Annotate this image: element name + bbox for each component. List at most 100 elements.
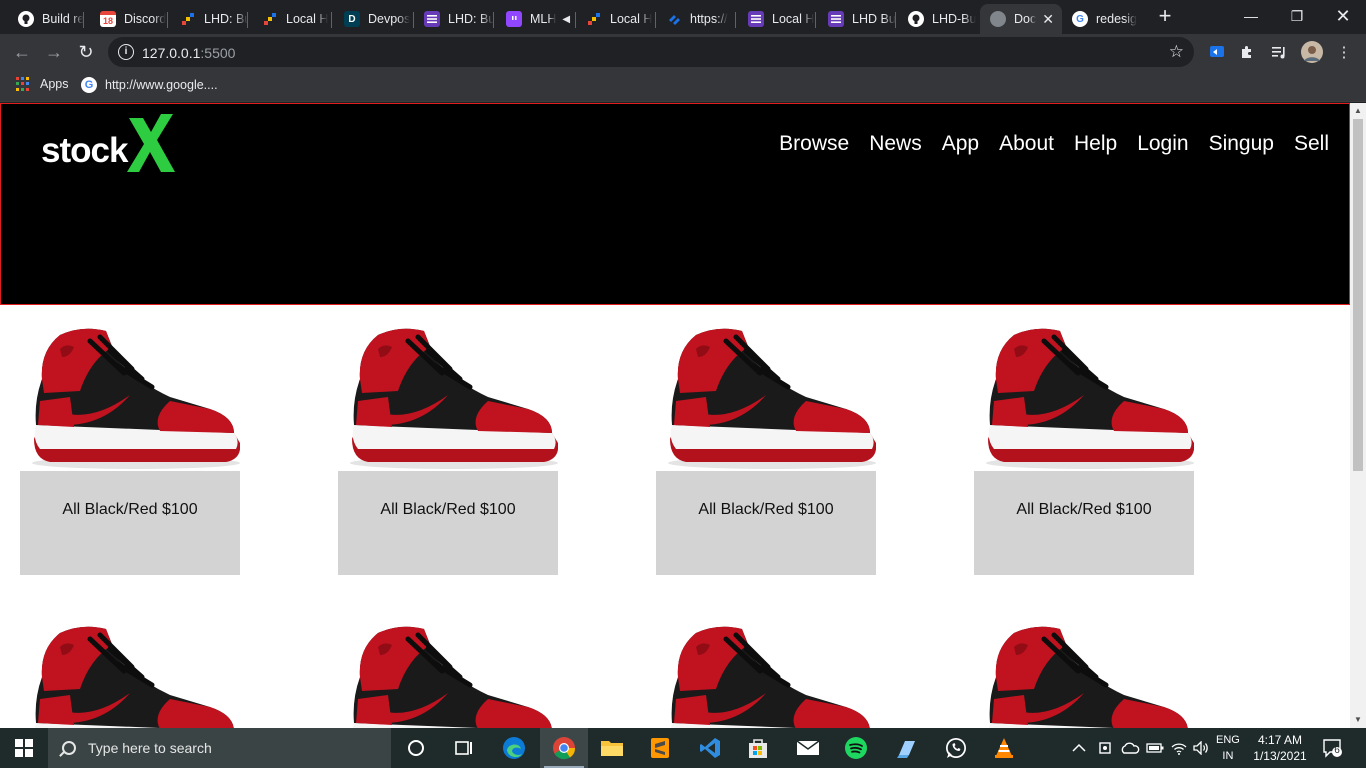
- site-nav: Browse News App About Help Login Singup …: [779, 132, 1329, 156]
- google-icon: G: [81, 77, 97, 93]
- language-indicator[interactable]: ENG IN: [1216, 732, 1240, 764]
- sneaker-image: [350, 328, 558, 469]
- mail-icon[interactable]: [784, 728, 832, 768]
- apps-grid-icon: [16, 77, 30, 91]
- forms-icon: [424, 11, 440, 27]
- nav-news[interactable]: News: [869, 132, 922, 156]
- logo-word: stock: [41, 131, 128, 170]
- reload-button[interactable]: ↻: [74, 40, 98, 64]
- minimize-button[interactable]: —: [1228, 0, 1274, 32]
- show-hidden-icons-button[interactable]: [1072, 728, 1086, 768]
- page-viewport: stock X Browse News App About Help Login…: [0, 103, 1350, 728]
- bookmark-google[interactable]: G http://www.google....: [81, 77, 218, 93]
- task-view-icon[interactable]: [440, 728, 488, 768]
- close-tab-icon[interactable]: ✕: [1042, 11, 1054, 28]
- globe-icon: [990, 11, 1006, 27]
- vscode-icon[interactable]: [686, 728, 734, 768]
- devpost-icon: D: [344, 11, 360, 27]
- tab-title: MLH: [530, 12, 557, 26]
- onedrive-icon[interactable]: [1120, 728, 1140, 768]
- store-icon[interactable]: [734, 728, 782, 768]
- scroll-down-arrow-icon[interactable]: ▼: [1350, 712, 1366, 728]
- bookmarks-bar: Apps G http://www.google....: [0, 70, 1366, 102]
- browser-tab[interactable]: LHD-Bu: [898, 4, 978, 34]
- nav-login[interactable]: Login: [1137, 132, 1188, 156]
- google-icon: G: [1072, 11, 1088, 27]
- nav-help[interactable]: Help: [1074, 132, 1117, 156]
- browser-tab[interactable]: Gredesig: [1062, 4, 1142, 34]
- cortana-icon[interactable]: [392, 728, 440, 768]
- stockx-logo[interactable]: stock X: [41, 112, 181, 176]
- windows-start-button[interactable]: [0, 728, 48, 768]
- scrollbar-thumb[interactable]: [1353, 119, 1363, 471]
- tab-title: Build re: [42, 12, 84, 26]
- tab-title: LHD Bu: [852, 12, 896, 26]
- chrome-icon[interactable]: [540, 728, 588, 768]
- sublime-icon[interactable]: [636, 728, 684, 768]
- notepad-icon[interactable]: [882, 728, 930, 768]
- browser-tab[interactable]: 18 Discord: [90, 4, 168, 34]
- url-port: :5500: [200, 45, 236, 61]
- taskbar-search-box[interactable]: Type here to search: [48, 728, 391, 768]
- nav-signup[interactable]: Singup: [1209, 132, 1274, 156]
- action-center-button[interactable]: 6: [1322, 738, 1342, 758]
- maximize-button[interactable]: ❐: [1274, 0, 1320, 32]
- browser-tab[interactable]: MLH ◀: [496, 4, 576, 34]
- forward-button[interactable]: →: [42, 40, 66, 64]
- browser-tab[interactable]: https://: [656, 4, 736, 34]
- site-info-icon[interactable]: i: [118, 44, 134, 60]
- taskbar-clock[interactable]: 4:17 AM 1/13/2021: [1248, 732, 1312, 764]
- vlc-icon[interactable]: [980, 728, 1028, 768]
- back-button[interactable]: ←: [10, 40, 34, 64]
- browser-tab[interactable]: LHD: Bu: [170, 4, 248, 34]
- extension-screencast-icon[interactable]: [1207, 42, 1227, 62]
- scroll-up-arrow-icon[interactable]: ▲: [1350, 103, 1366, 119]
- github-shield-icon: [18, 11, 34, 27]
- browser-tab[interactable]: LHD Bu: [818, 4, 896, 34]
- nav-app[interactable]: App: [942, 132, 979, 156]
- extensions-puzzle-icon[interactable]: [1237, 42, 1257, 62]
- file-explorer-icon[interactable]: [588, 728, 636, 768]
- profile-avatar[interactable]: [1300, 40, 1324, 64]
- bookmark-apps[interactable]: Apps: [16, 77, 69, 91]
- product-caption: All Black/Red $100: [656, 471, 876, 575]
- bookmark-star-icon[interactable]: ☆: [1169, 42, 1184, 62]
- clock-time: 4:17 AM: [1257, 733, 1303, 747]
- battery-icon[interactable]: [1146, 728, 1164, 768]
- product-caption: All Black/Red $100: [20, 471, 240, 575]
- whatsapp-icon[interactable]: [932, 728, 980, 768]
- browser-tab[interactable]: Build re: [8, 4, 84, 34]
- windows-logo-icon: [15, 739, 33, 757]
- nav-about[interactable]: About: [999, 132, 1054, 156]
- tab-audio-icon[interactable]: ◀: [562, 14, 570, 25]
- browser-tab[interactable]: Local H: [738, 4, 816, 34]
- mlh-icon: [180, 11, 196, 27]
- notification-count: 6: [1334, 745, 1340, 756]
- region-code: IN: [1222, 750, 1234, 762]
- nav-sell[interactable]: Sell: [1294, 132, 1329, 156]
- meet-now-icon[interactable]: [1098, 728, 1112, 768]
- bookmark-apps-label: Apps: [40, 77, 69, 91]
- page-scrollbar[interactable]: ▲ ▼: [1350, 103, 1366, 728]
- edge-icon[interactable]: [490, 728, 538, 768]
- spotify-icon[interactable]: [832, 728, 880, 768]
- browser-tab[interactable]: Local H: [576, 4, 656, 34]
- browser-tab[interactable]: Doc ✕: [980, 4, 1062, 34]
- media-control-icon[interactable]: [1269, 42, 1289, 62]
- address-bar[interactable]: i 127.0.0.1:5500 ☆: [108, 37, 1194, 67]
- sneaker-image: [670, 626, 870, 728]
- tab-title: Discord: [124, 12, 167, 26]
- wifi-icon[interactable]: [1170, 728, 1188, 768]
- chrome-menu-icon[interactable]: ⋮: [1334, 42, 1354, 62]
- browser-tab[interactable]: LHD: Bu: [414, 4, 494, 34]
- new-tab-button[interactable]: +: [1154, 5, 1176, 28]
- browser-tab[interactable]: Local H: [252, 4, 332, 34]
- tab-title: Devpos: [368, 12, 411, 26]
- tab-title: LHD-Bu: [932, 12, 977, 26]
- close-window-button[interactable]: ✕: [1320, 0, 1366, 32]
- browser-toolbar: ← → ↻ i 127.0.0.1:5500 ☆ ⋮: [0, 34, 1366, 70]
- url-text[interactable]: 127.0.0.1:5500: [142, 45, 235, 61]
- browser-tab[interactable]: D Devpos: [334, 4, 414, 34]
- volume-icon[interactable]: [1192, 728, 1210, 768]
- nav-browse[interactable]: Browse: [779, 132, 849, 156]
